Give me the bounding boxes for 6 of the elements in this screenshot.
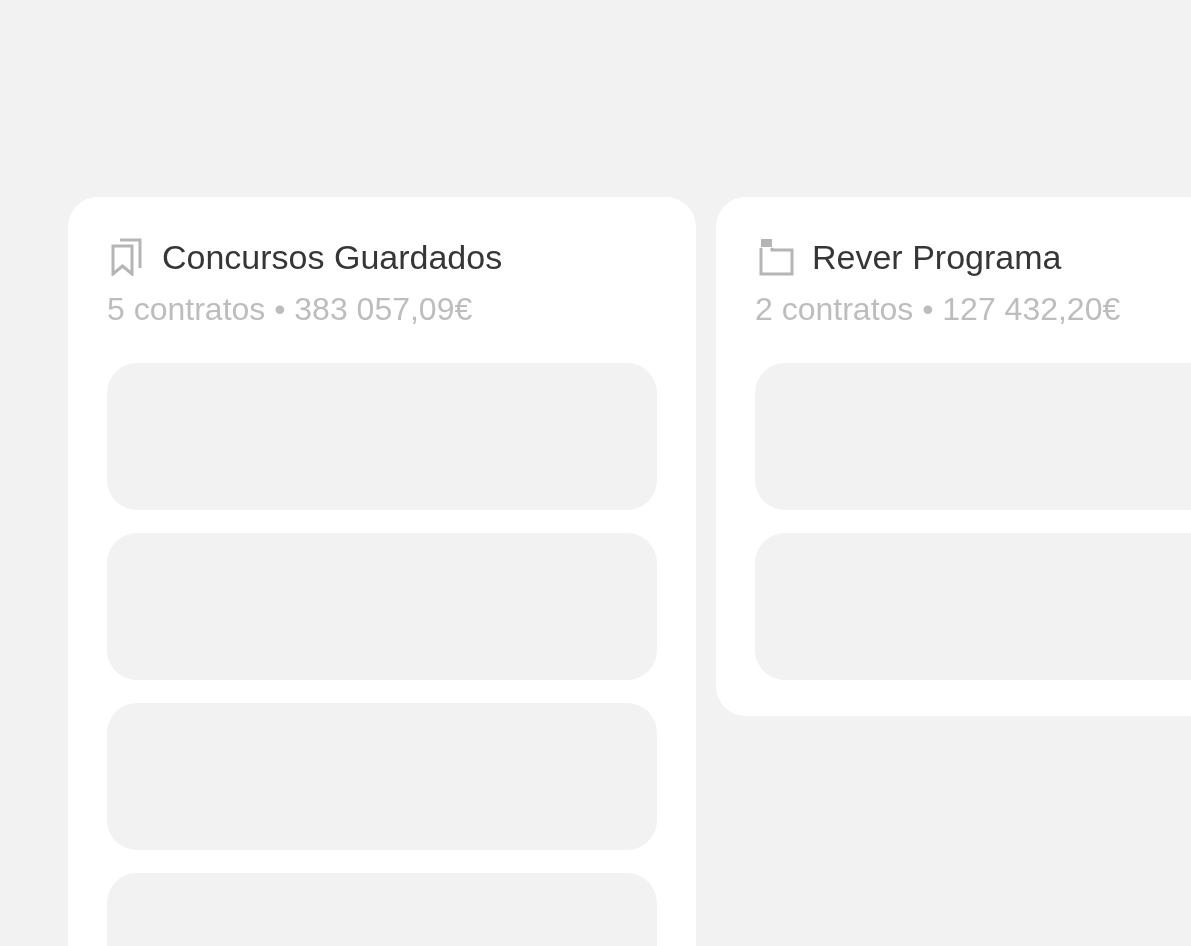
column-summary: 5 contratos • 383 057,09€: [107, 290, 474, 329]
folder-icon: [758, 238, 794, 276]
bookmarks-icon: [110, 238, 144, 276]
column-title: Rever Programa: [812, 237, 1062, 278]
column-summary: 2 contratos • 127 432,20€: [755, 290, 1122, 329]
column-title: Concursos Guardados: [162, 237, 503, 278]
